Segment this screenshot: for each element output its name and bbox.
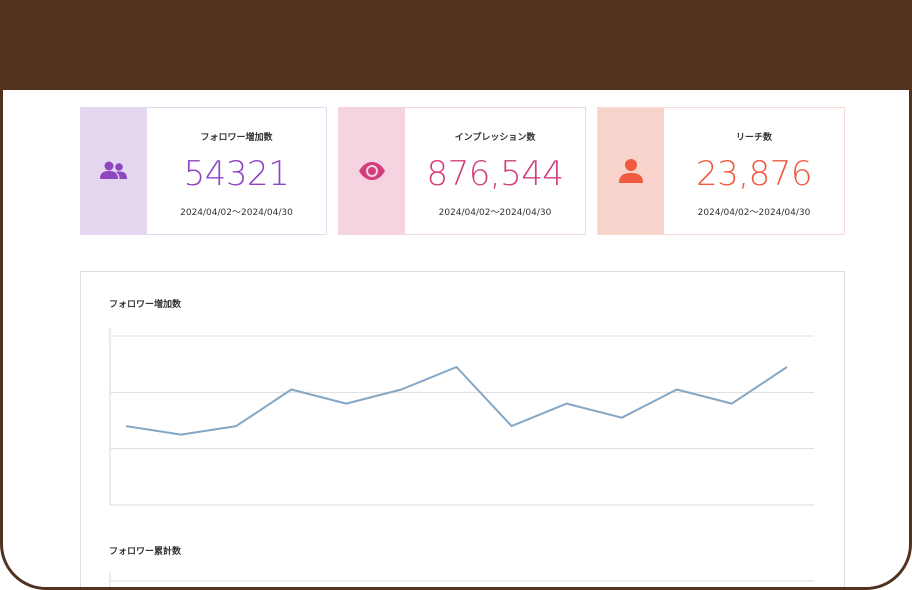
impressions-card: インプレッション数 876,544 2024/04/02〜2024/04/30 [338,107,586,235]
card-value: 54321 [183,154,290,194]
card-value: 23,876 [696,154,812,194]
charts-panel: フォロワー増加数 フォロワー累計数 [80,271,845,587]
card-value: 876,544 [426,154,564,194]
series-line [125,366,788,436]
followers-icon-block [81,108,147,234]
header-bar [3,3,909,90]
users-icon [100,161,127,179]
card-date-range: 2024/04/02〜2024/04/30 [180,208,293,218]
followers-increase-chart [109,328,814,587]
eye-icon [359,162,385,180]
app-frame: フォロワー増加数 54321 2024/04/02〜2024/04/30 インプ… [0,0,912,590]
card-date-range: 2024/04/02〜2024/04/30 [697,208,811,218]
person-icon [619,159,643,183]
card-label: インプレッション数 [454,133,536,143]
card-date-range: 2024/04/02〜2024/04/30 [438,208,552,218]
followers-increase-card: フォロワー増加数 54321 2024/04/02〜2024/04/30 [80,107,327,235]
reach-icon-block [598,108,664,234]
impressions-icon-block [339,108,405,234]
card-label: フォロワー増加数 [200,133,273,143]
card-label: リーチ数 [735,133,772,143]
reach-card: リーチ数 23,876 2024/04/02〜2024/04/30 [597,107,845,235]
